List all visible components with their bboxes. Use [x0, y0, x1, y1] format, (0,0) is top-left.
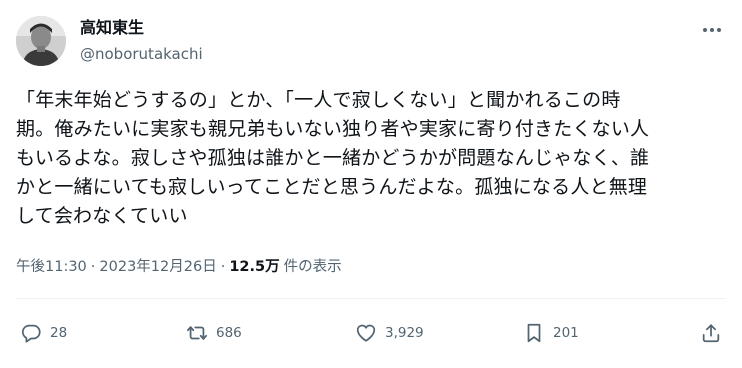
meta-separator: ·	[90, 259, 96, 275]
bookmark-icon	[523, 322, 545, 344]
tweet-meta: 午後11:30 · 2023年12月26日 · 12.5万 件の表示	[16, 257, 342, 277]
retweet-button[interactable]: 686	[186, 320, 242, 346]
reply-button[interactable]: 28	[20, 320, 67, 346]
more-dots-icon[interactable]	[700, 18, 724, 42]
like-count: 3,929	[385, 325, 424, 341]
avatar-photo	[16, 16, 66, 66]
views-count: 12.5万	[229, 259, 280, 275]
tweet-card: 高知東生 @noborutakachi 「年末年始どうするの」とか、「一人で寂し…	[0, 0, 742, 368]
reply-bubble-icon	[20, 322, 42, 344]
tweet-time[interactable]: 午後11:30	[16, 259, 87, 275]
action-bar: 28 686 3,929 201	[20, 320, 722, 346]
bookmark-button[interactable]: 201	[523, 320, 579, 346]
avatar[interactable]	[16, 16, 66, 66]
heart-icon	[355, 322, 377, 344]
share-upload-icon	[700, 322, 722, 344]
tweet-date[interactable]: 2023年12月26日	[99, 259, 216, 275]
author-display-name[interactable]: 高知東生	[80, 17, 144, 39]
like-button[interactable]: 3,929	[355, 320, 424, 346]
author-handle[interactable]: @noborutakachi	[80, 44, 203, 64]
bookmark-count: 201	[553, 325, 579, 341]
divider	[16, 298, 726, 299]
retweet-arrows-icon	[186, 322, 208, 344]
tweet-text: 「年末年始どうするの」とか、「一人で寂しくない」と聞かれるこの時 期。俺みたいに…	[16, 89, 650, 227]
views-label: 件の表示	[283, 259, 342, 275]
share-button[interactable]	[700, 320, 722, 346]
reply-count: 28	[50, 325, 68, 341]
retweet-count: 686	[216, 325, 242, 341]
meta-separator-2: ·	[220, 259, 226, 275]
